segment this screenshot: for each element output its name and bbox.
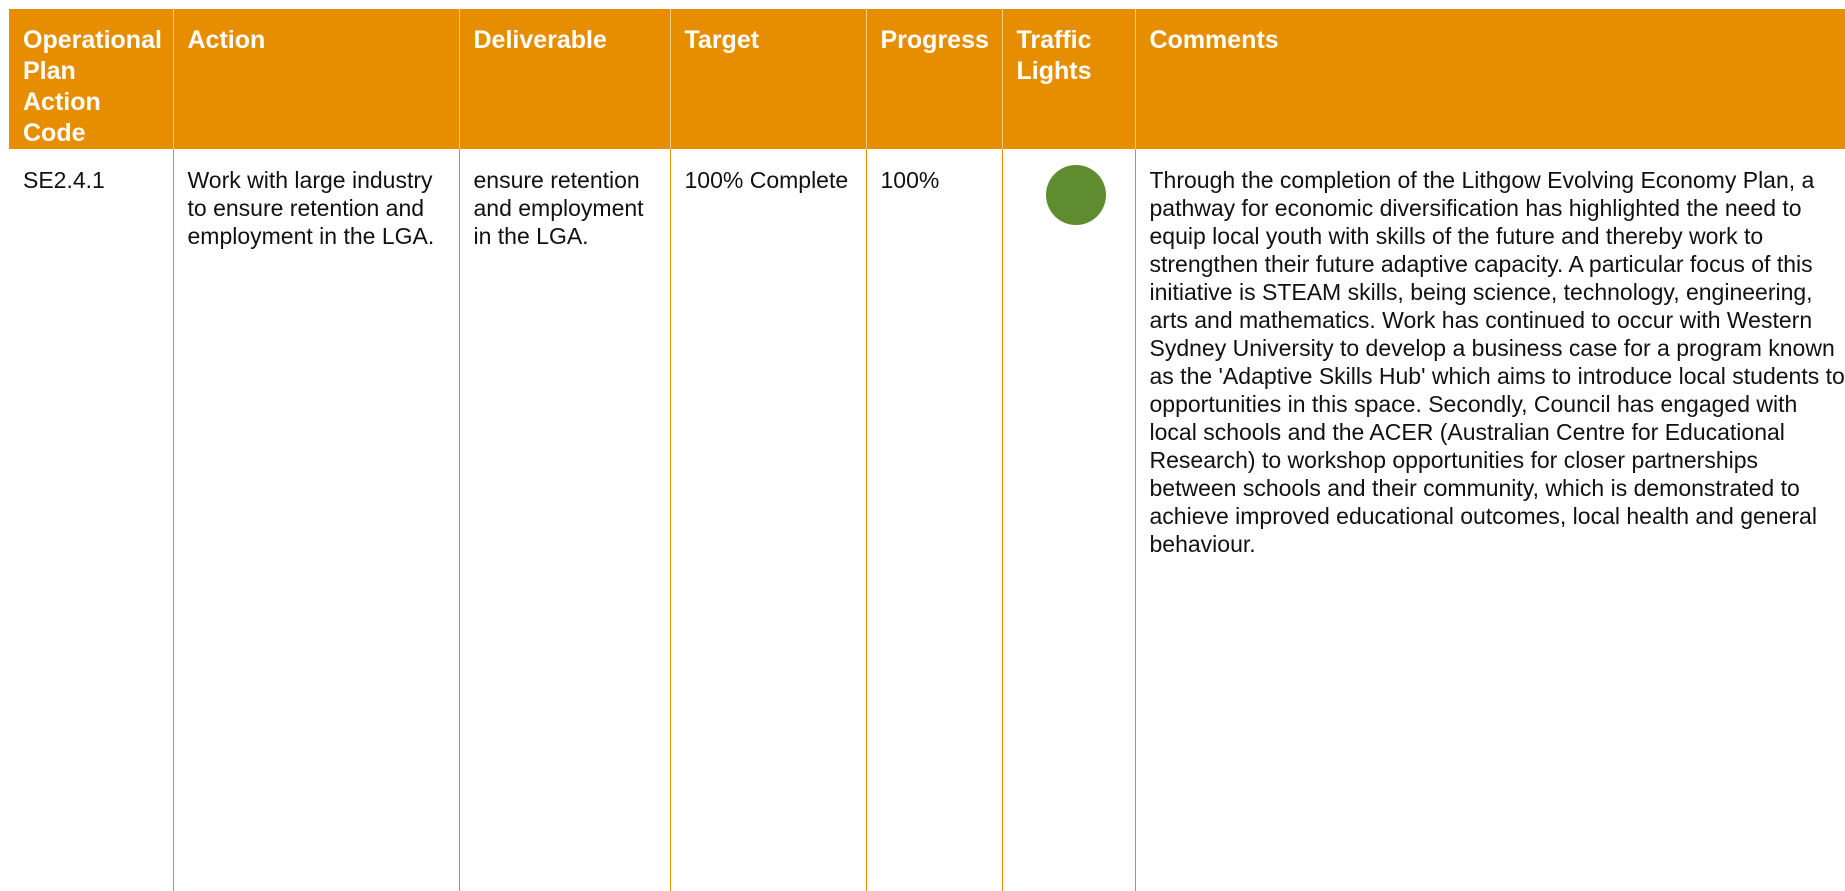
cell-progress: 100% (865, 149, 1003, 891)
header-progress: Progress (866, 9, 1003, 149)
cell-traffic-light (1001, 149, 1136, 891)
cell-action: Work with large industry to ensure reten… (172, 149, 460, 891)
table-body: SE2.4.1 Work with large industry to ensu… (9, 149, 1845, 891)
cell-code: SE2.4.1 (9, 149, 174, 891)
cell-target: 100% Complete (669, 149, 867, 891)
cell-deliverable: ensure retention and employment in the L… (458, 149, 671, 891)
header-target: Target (670, 9, 867, 149)
page: Operational Plan Action Code Action Deli… (0, 0, 1845, 891)
header-comments: Comments (1135, 9, 1845, 149)
header-action: Action (173, 9, 460, 149)
header-deliverable: Deliverable (459, 9, 671, 149)
header-traffic-lights: Traffic Lights (1002, 9, 1136, 149)
cell-comments: Through the completion of the Lithgow Ev… (1134, 149, 1845, 891)
header-code: Operational Plan Action Code (9, 9, 174, 149)
action-report-table: Operational Plan Action Code Action Deli… (9, 9, 1845, 891)
header-row: Operational Plan Action Code Action Deli… (9, 9, 1845, 149)
table-row: SE2.4.1 Work with large industry to ensu… (9, 149, 1845, 891)
table-header: Operational Plan Action Code Action Deli… (9, 9, 1845, 149)
traffic-light-green-icon (1045, 165, 1106, 225)
